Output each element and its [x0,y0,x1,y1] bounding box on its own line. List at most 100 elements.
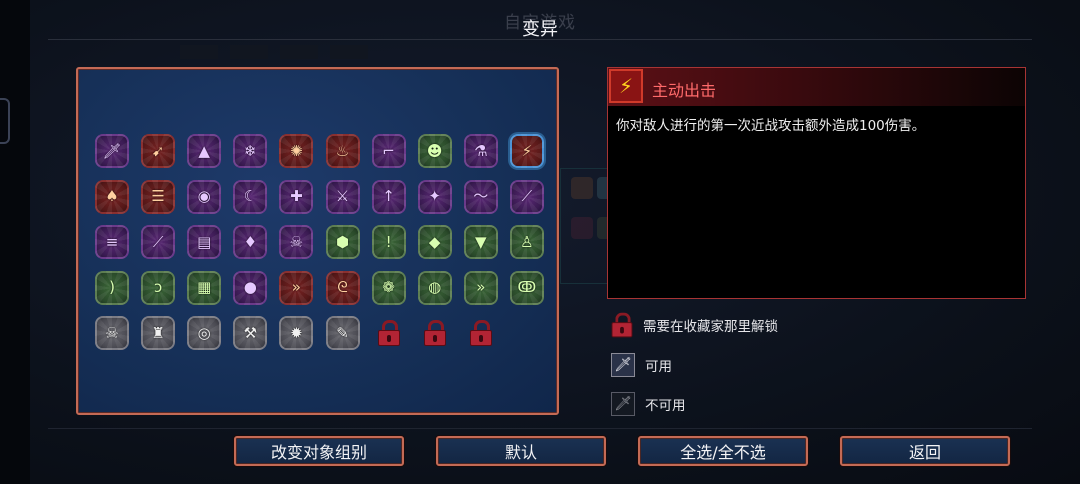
mutation-slot[interactable]: ☾ [233,179,268,214]
wave-icon: 〜 [473,187,489,205]
default-button[interactable]: 默认 [436,436,606,466]
mutation-slot[interactable]: 🗡 [95,134,129,168]
arrow-up-icon: ↑ [382,187,395,205]
tent-icon: ▲ [198,141,210,160]
bow-icon: ) [109,278,115,296]
shield-icon: ⬢ [335,232,350,251]
footer-divider [48,428,1032,429]
cross-icon: ✚ [290,187,303,205]
gem-icon: ♦ [243,232,258,251]
mutation-slot[interactable]: ✺ [279,134,314,168]
mutation-slot[interactable]: ⚔ [325,179,360,214]
mutation-slot[interactable]: ● [233,270,268,305]
mutation-slot[interactable]: ♨ [325,134,360,168]
mutation-slot[interactable]: ↄ [141,270,176,305]
mutation-slot[interactable]: ⚡ [509,134,544,168]
unavailable-sample-icon: 🗡 [611,392,635,416]
axe-icon: ⚒ [243,323,258,342]
mutation-slot[interactable]: ▲ [187,134,222,168]
slash-icon: ⟋ [521,187,533,205]
lock-icon [611,312,633,338]
select-all-button[interactable]: 全选/全不选 [638,436,808,466]
mutation-slot[interactable]: ▦ [187,270,222,305]
mutation-slot[interactable]: ! [371,225,406,259]
red-flask-icon: ♙ [520,232,534,251]
mutation-slot[interactable]: ) [95,270,129,305]
crossbow-icon: ➹ [151,141,165,160]
mutation-slot[interactable] [466,318,496,348]
trident-icon: ⚔ [335,187,350,205]
lightning-icon: ⚡ [609,69,643,103]
mutation-slot[interactable]: ↑ [371,179,406,214]
bell-icon: ♨ [335,141,350,160]
mutation-slot[interactable]: ☰ [141,179,176,214]
mutation-slot[interactable]: ▤ [187,225,222,259]
legend-available: 🗡 可用 [611,353,672,377]
gun-blue-icon: ≡ [105,232,119,251]
mutation-slot[interactable]: ⚒ [233,316,268,350]
mutation-slot[interactable]: ◍ [417,270,452,305]
page-title: 变异 [522,19,558,40]
mutation-slot[interactable] [374,318,404,348]
mutation-slot[interactable]: ᘓ [325,270,360,305]
legend-locked: 需要在收藏家那里解锁 [611,312,778,338]
mutation-slot[interactable]: ▼ [463,225,498,259]
mutation-slot[interactable]: » [463,270,498,305]
red-rune-icon: ✺ [290,141,303,160]
mutation-slot[interactable]: ⬢ [325,225,360,259]
mutation-slot[interactable]: 〜 [463,179,498,214]
description-header: ⚡ 主动出击 [608,68,1025,106]
background-item-icon [571,217,593,239]
mutation-slot[interactable]: ➹ [141,134,176,168]
mutation-slot[interactable]: ♜ [141,316,176,350]
mutation-slot[interactable]: ✦ [417,179,452,214]
sun-burst-icon: ✹ [290,323,303,342]
background-item-icon [571,177,593,199]
fountain-icon: ♜ [151,323,165,342]
mutation-slot[interactable]: ◆ [417,225,452,259]
mutation-grid-panel: 🗡 ➹ ▲ ❄ ✺ ♨ ⌐ ☻ ⚗ ⚡ ♠ ☰ ◉ ☾ ✚ ⚔ ↑ ✦ 〜 ⟋ ≡ ⟋ ▤ ♦ ☠ ⬢! ◆ ▼ ♙) ↄ ▦ ● » ᘓ ❁ ◍ » ↂ… [76,67,559,415]
mutation-slot[interactable]: ❁ [371,270,406,305]
mutation-slot[interactable]: ☻ [417,134,452,168]
mutation-slot[interactable]: ⚗ [463,134,498,168]
moon-icon: ☾ [243,187,258,205]
claw-icon: ✎ [336,323,349,342]
mutation-slot[interactable]: » [279,270,314,305]
lock-icon [469,320,492,346]
mushroom-icon: ♠ [105,187,119,205]
mutation-slot[interactable]: ☠ [95,316,129,350]
mutation-slot[interactable]: ♠ [95,179,129,214]
fruit-icon: ◍ [428,278,442,296]
legend-unavailable-label: 不可用 [645,398,686,414]
mutation-slot[interactable]: ≡ [95,225,129,259]
mutation-slot[interactable]: ❄ [233,134,268,168]
mutation-name: 主动出击 [652,81,717,100]
mutation-slot[interactable]: ⌐ [371,134,406,168]
mutation-slot[interactable]: ⟋ [509,179,544,214]
hook-icon: ↄ [153,278,163,296]
change-group-button[interactable]: 改变对象组别 [234,436,404,466]
sword-icon: 🗡 [102,141,122,160]
green-claw-icon: ↂ [517,278,537,296]
mutation-slot[interactable] [420,318,450,348]
mutation-slot[interactable]: ↂ [509,270,544,305]
mutation-slot[interactable]: ◎ [187,316,222,350]
mutation-slot[interactable]: ☠ [279,225,314,259]
mutation-slot[interactable]: ✎ [325,316,360,350]
tome-icon: ▤ [197,232,212,251]
mutation-slot[interactable]: ◉ [187,179,222,214]
side-tab-handle[interactable] [0,98,10,144]
mutation-slot[interactable]: ✹ [279,316,314,350]
mutation-slot[interactable]: ♦ [233,225,268,259]
yellow-chevron-icon: » [476,278,486,296]
screen-bezel [0,0,30,484]
mutation-slot[interactable]: ✚ [279,179,314,214]
skull-cross-icon: ☠ [289,232,304,251]
mutation-slot[interactable]: ⟋ [141,225,176,259]
mutation-slot[interactable]: ♙ [509,225,544,259]
fangs-icon: ▼ [475,232,487,251]
double-chevron-icon: » [291,278,301,296]
demon-head-icon: ☻ [426,141,443,160]
available-sample-icon: 🗡 [611,353,635,377]
back-button[interactable]: 返回 [840,436,1010,466]
